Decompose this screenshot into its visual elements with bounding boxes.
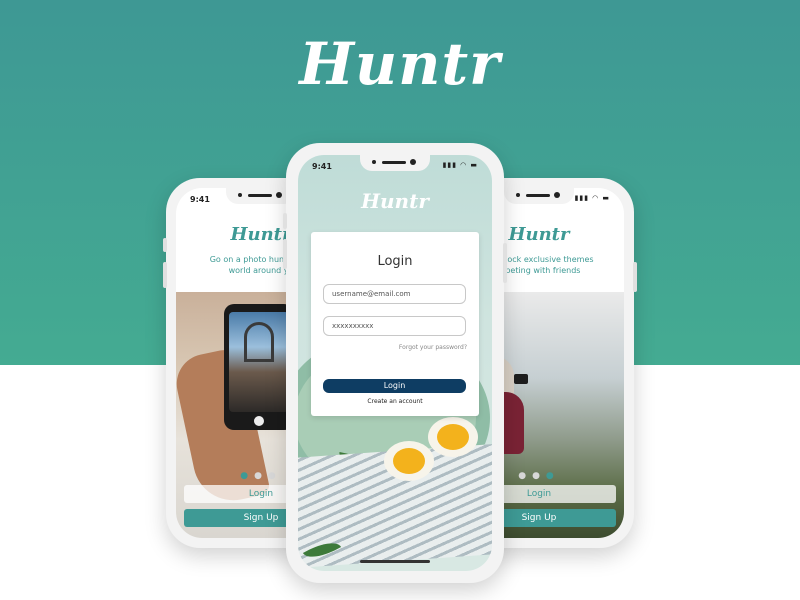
phone-side-button xyxy=(503,243,507,283)
login-title: Login xyxy=(377,254,413,269)
forgot-password-link[interactable]: Forgot your password? xyxy=(399,344,467,351)
username-input[interactable]: username@email.com xyxy=(323,284,466,304)
login-card: Login username@email.com xxxxxxxxxx Forg… xyxy=(311,232,479,416)
phone-notch xyxy=(360,155,430,171)
login-submit-button[interactable]: Login xyxy=(323,379,466,393)
create-account-link[interactable]: Create an account xyxy=(311,398,479,405)
status-icons: ▮▮▮ ◠ ▬ xyxy=(574,194,610,202)
login-brand: Huntr xyxy=(361,189,429,213)
phone-notch xyxy=(504,188,574,204)
phone-side-button xyxy=(283,239,287,269)
phone-center-screen: 9:41 ▮▮▮ ◠ ▬ Huntr Login username@email.… xyxy=(298,155,492,571)
brand-logo: Huntr xyxy=(299,30,501,98)
status-time: 9:41 xyxy=(190,195,210,204)
phone-side-button xyxy=(163,262,167,288)
home-indicator[interactable] xyxy=(360,560,430,563)
password-input[interactable]: xxxxxxxxxx xyxy=(323,316,466,336)
phone-side-button xyxy=(633,262,637,292)
phone-side-button xyxy=(163,238,167,252)
status-time: 9:41 xyxy=(312,162,332,171)
phone-center: 9:41 ▮▮▮ ◠ ▬ Huntr Login username@email.… xyxy=(283,143,507,583)
status-icons: ▮▮▮ ◠ ▬ xyxy=(442,161,478,169)
phone-side-button xyxy=(283,213,287,229)
